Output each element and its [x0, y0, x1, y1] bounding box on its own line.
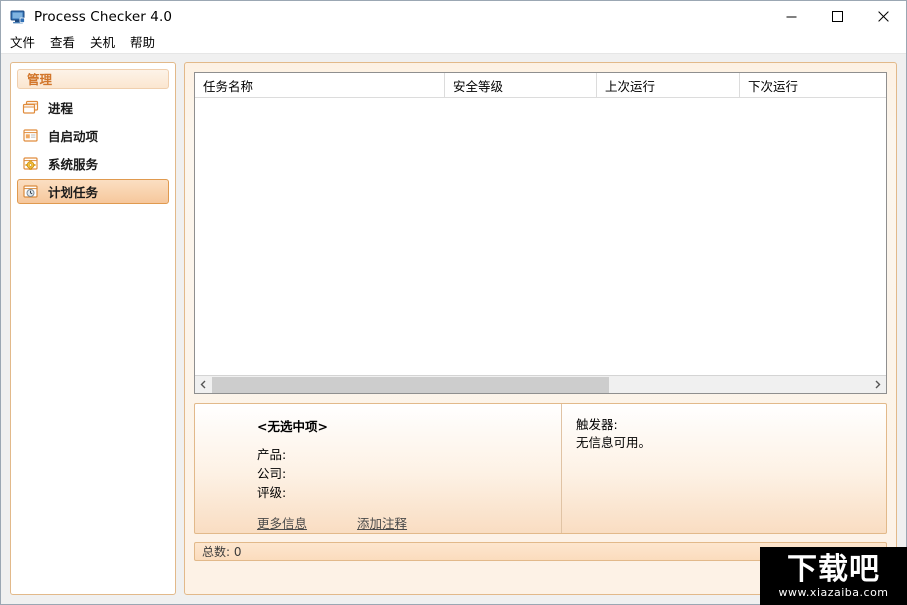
window-clock-icon — [22, 184, 40, 200]
close-icon — [877, 11, 889, 22]
menu-item-shutdown[interactable]: 关机 — [90, 33, 122, 53]
details-right-section: 触发器: 无信息可用。 — [562, 404, 886, 533]
details-left-section: <无选中项> 产品: 公司: 评级: 更多信息 添加注释 — [195, 404, 562, 533]
monitor-icon — [10, 9, 26, 25]
window-list-icon — [22, 128, 40, 144]
maximize-button[interactable] — [814, 1, 860, 32]
menu-bar: 文件 查看 关机 帮助 — [1, 32, 906, 54]
window-gear-icon — [22, 156, 40, 172]
column-header-next-run[interactable]: 下次运行 — [740, 73, 886, 97]
trigger-title: 触发器: — [576, 417, 618, 432]
trigger-text: 无信息可用。 — [576, 435, 652, 450]
menu-item-file[interactable]: 文件 — [10, 33, 42, 53]
watermark: 下载吧 www.xiazaiba.com — [760, 547, 907, 605]
details-links: 更多信息 添加注释 — [257, 513, 561, 532]
status-total-count: 总数: 0 — [202, 545, 242, 559]
details-title: <无选中项> — [257, 419, 328, 434]
sidebar-item-services[interactable]: 系统服务 — [17, 151, 169, 176]
menu-item-help[interactable]: 帮助 — [130, 33, 162, 53]
caption-buttons — [768, 1, 906, 32]
list-body-empty[interactable] — [195, 98, 886, 375]
column-header-last-run[interactable]: 上次运行 — [597, 73, 740, 97]
app-window: Process Checker 4.0 文件 查看 关机 帮助 管理 进程 自启… — [0, 0, 907, 605]
close-button[interactable] — [860, 1, 906, 32]
minimize-button[interactable] — [768, 1, 814, 32]
details-field-company: 公司: — [257, 466, 287, 481]
sidebar-item-label: 计划任务 — [48, 185, 99, 200]
horizontal-scrollbar[interactable] — [195, 375, 886, 393]
column-header-task-name[interactable]: 任务名称 — [195, 73, 445, 97]
watermark-title: 下载吧 — [787, 551, 880, 587]
content-panel: 任务名称 安全等级 上次运行 下次运行 <无选中项> 产品: 公司: 评级: 更… — [184, 62, 897, 595]
sidebar-item-label: 自启动项 — [48, 129, 99, 144]
maximize-icon — [831, 11, 843, 22]
task-list-view[interactable]: 任务名称 安全等级 上次运行 下次运行 — [194, 72, 887, 394]
menu-item-view[interactable]: 查看 — [50, 33, 82, 53]
sidebar-item-startup[interactable]: 自启动项 — [17, 123, 169, 148]
scrollbar-thumb[interactable] — [212, 376, 610, 393]
sidebar-item-label: 系统服务 — [48, 157, 99, 172]
main-body: 管理 进程 自启动项 系统服务 计划任务 任务名称 安全等级 上次运行 下次运行… — [1, 54, 906, 604]
details-field-rating: 评级: — [257, 485, 287, 500]
add-comment-link[interactable]: 添加注释 — [357, 513, 407, 532]
minimize-icon — [786, 16, 796, 18]
chevron-right-icon[interactable] — [869, 376, 886, 393]
list-header: 任务名称 安全等级 上次运行 下次运行 — [195, 73, 886, 98]
sidebar: 管理 进程 自启动项 系统服务 计划任务 — [10, 62, 176, 595]
sidebar-item-processes[interactable]: 进程 — [17, 95, 169, 120]
details-field-product: 产品: — [257, 447, 287, 462]
column-header-security-level[interactable]: 安全等级 — [445, 73, 597, 97]
watermark-url: www.xiazaiba.com — [778, 585, 889, 599]
title-bar: Process Checker 4.0 — [1, 1, 906, 32]
details-panel: <无选中项> 产品: 公司: 评级: 更多信息 添加注释 触发器: 无信息可用。 — [194, 403, 887, 534]
window-title: Process Checker 4.0 — [34, 8, 173, 25]
sidebar-item-label: 进程 — [48, 101, 74, 116]
scrollbar-track[interactable] — [212, 376, 869, 393]
chevron-left-icon[interactable] — [195, 376, 212, 393]
sidebar-item-scheduled-tasks[interactable]: 计划任务 — [17, 179, 169, 204]
windows-stack-icon — [22, 100, 40, 116]
more-info-link[interactable]: 更多信息 — [257, 513, 307, 532]
sidebar-group-title: 管理 — [17, 69, 169, 89]
